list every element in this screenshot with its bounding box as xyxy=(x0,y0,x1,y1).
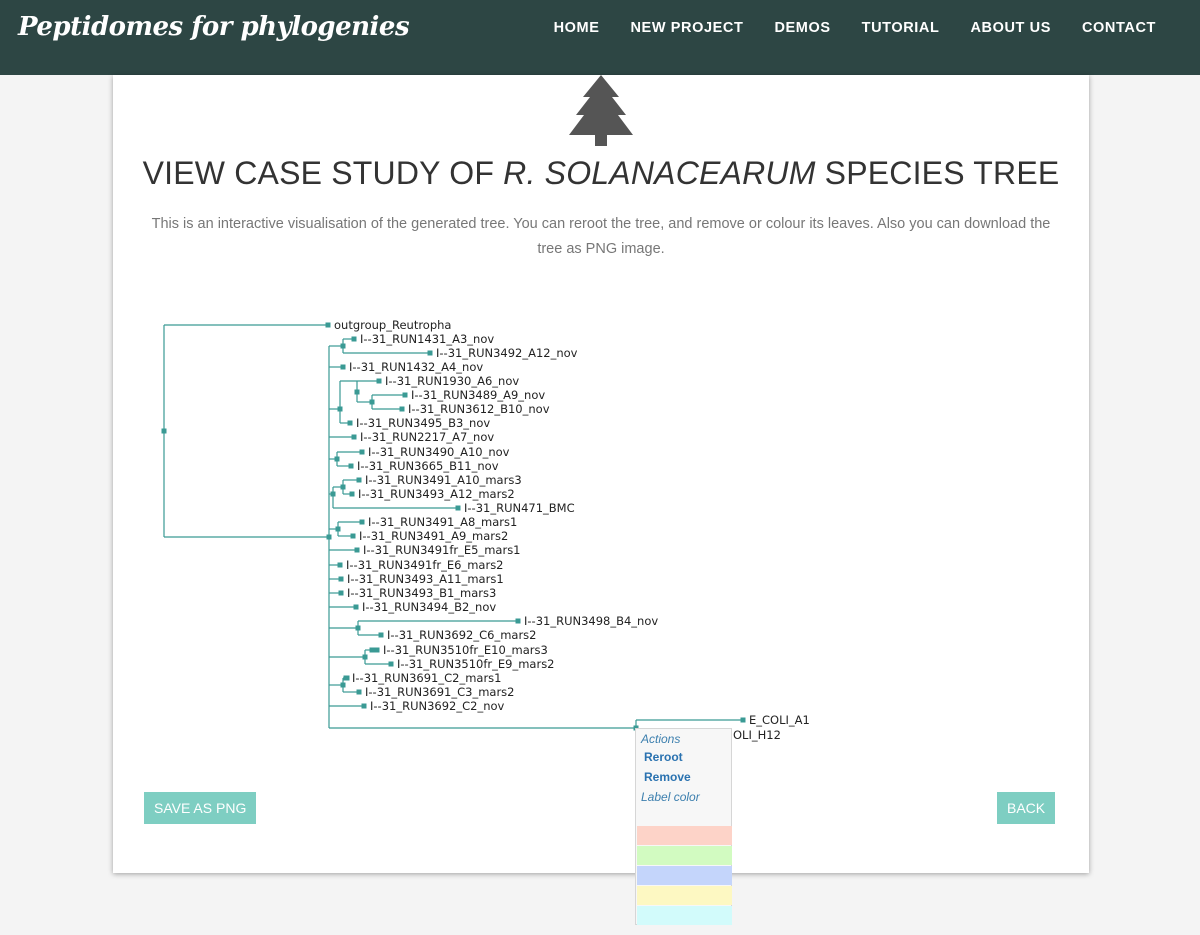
leaf-node[interactable] xyxy=(356,689,362,695)
leaf-node[interactable] xyxy=(356,477,362,483)
leaf-node[interactable] xyxy=(399,406,405,412)
color-swatch-cyan[interactable] xyxy=(637,906,732,925)
internal-node[interactable] xyxy=(369,647,375,653)
leaf-node[interactable] xyxy=(343,675,349,681)
leaf-label[interactable]: I--31_RUN3692_C6_mars2 xyxy=(387,628,536,642)
internal-node[interactable] xyxy=(340,682,346,688)
leaf-node[interactable] xyxy=(348,463,354,469)
leaf-label[interactable]: I--31_RUN3493_A11_mars1 xyxy=(347,572,504,586)
leaf-node[interactable] xyxy=(353,604,359,610)
leaf-label[interactable]: I--31_RUN1432_A4_nov xyxy=(349,360,483,374)
internal-node[interactable] xyxy=(335,526,341,532)
leaf-label[interactable]: I--31_RUN3692_C2_nov xyxy=(370,699,505,713)
leaf-node[interactable] xyxy=(351,434,357,440)
leaf-node[interactable] xyxy=(374,647,380,653)
leaf-label[interactable]: I--31_RUN3492_A12_nov xyxy=(436,346,578,360)
leaf-label[interactable]: outgroup_Reutropha xyxy=(334,318,451,332)
internal-node[interactable] xyxy=(369,399,375,405)
leaf-node[interactable] xyxy=(325,322,331,328)
color-swatch-blue[interactable] xyxy=(637,866,732,885)
leaf-node[interactable] xyxy=(376,378,382,384)
leaf-label[interactable]: I--31_RUN3510fr_E10_mars3 xyxy=(383,643,548,657)
color-swatch-salmon[interactable] xyxy=(637,826,732,845)
color-swatch-yellow[interactable] xyxy=(637,886,732,905)
internal-node[interactable] xyxy=(362,654,368,660)
leaf-node[interactable] xyxy=(354,547,360,553)
internal-node[interactable] xyxy=(330,491,336,497)
internal-node[interactable] xyxy=(326,534,332,540)
leaf-label[interactable]: I--31_RUN3612_B10_nov xyxy=(408,402,550,416)
leaf-label[interactable]: I--31_RUN1431_A3_nov xyxy=(360,332,494,346)
leaf-label[interactable]: I--31_RUN3494_B2_nov xyxy=(362,600,496,614)
leaf-label[interactable]: I--31_RUN3691_C2_mars1 xyxy=(352,671,501,685)
context-menu: Actions Reroot Remove Label color xyxy=(635,728,732,925)
phylogenetic-tree: outgroup_ReutrophaI--31_RUN1431_A3_novI-… xyxy=(161,318,810,742)
internal-node[interactable] xyxy=(355,625,361,631)
leaf-node[interactable] xyxy=(515,618,521,624)
internal-node[interactable] xyxy=(340,343,346,349)
leaf-node[interactable] xyxy=(359,519,365,525)
internal-node[interactable] xyxy=(334,456,340,462)
leaf-node[interactable] xyxy=(361,703,367,709)
leaf-label[interactable]: I--31_RUN3495_B3_nov xyxy=(356,416,490,430)
leaf-label[interactable]: I--31_RUN3691_C3_mars2 xyxy=(365,685,514,699)
leaf-label[interactable]: I--31_RUN3491fr_E5_mars1 xyxy=(363,543,521,557)
leaf-node[interactable] xyxy=(349,491,355,497)
leaf-label[interactable]: I--31_RUN471_BMC xyxy=(464,501,575,515)
leaf-node[interactable] xyxy=(337,562,343,568)
leaf-node[interactable] xyxy=(388,661,394,667)
leaf-node[interactable] xyxy=(402,392,408,398)
leaf-node[interactable] xyxy=(359,449,365,455)
leaf-node[interactable] xyxy=(427,350,433,356)
remove-option[interactable]: Remove xyxy=(644,770,691,784)
internal-node[interactable] xyxy=(337,406,343,412)
leaf-label[interactable]: I--31_RUN3489_A9_nov xyxy=(411,388,545,402)
leaf-node[interactable] xyxy=(740,717,746,723)
leaf-node[interactable] xyxy=(347,420,353,426)
leaf-node[interactable] xyxy=(455,505,461,511)
leaf-node[interactable] xyxy=(378,632,384,638)
leaf-label[interactable]: I--31_RUN3493_A12_mars2 xyxy=(358,487,515,501)
leaf-label[interactable]: I--31_RUN3491fr_E6_mars2 xyxy=(346,558,504,572)
leaf-node[interactable] xyxy=(338,576,344,582)
leaf-label[interactable]: I--31_RUN3493_B1_mars3 xyxy=(347,586,496,600)
leaf-node[interactable] xyxy=(340,364,346,370)
context-menu-header: Actions xyxy=(641,732,681,746)
internal-node[interactable] xyxy=(354,389,360,395)
leaf-label[interactable]: I--31_RUN3491_A10_mars3 xyxy=(365,473,522,487)
leaf-label[interactable]: I--31_RUN1930_A6_nov xyxy=(385,374,519,388)
leaf-label[interactable]: I--31_RUN3510fr_E9_mars2 xyxy=(397,657,555,671)
leaf-label[interactable]: I--31_RUN3490_A10_nov xyxy=(368,445,510,459)
label-color-heading: Label color xyxy=(641,790,700,804)
leaf-node[interactable] xyxy=(351,336,357,342)
leaf-label[interactable]: OLI_H12 xyxy=(733,728,781,742)
internal-node[interactable] xyxy=(161,428,167,434)
leaf-label[interactable]: I--31_RUN3491_A8_mars1 xyxy=(368,515,517,529)
reroot-option[interactable]: Reroot xyxy=(644,750,683,764)
leaf-node[interactable] xyxy=(338,590,344,596)
leaf-node[interactable] xyxy=(350,533,356,539)
leaf-label[interactable]: I--31_RUN3665_B11_nov xyxy=(357,459,499,473)
leaf-label[interactable]: E_COLI_A1 xyxy=(749,713,810,727)
color-swatch-green[interactable] xyxy=(637,846,732,865)
leaf-label[interactable]: I--31_RUN3491_A9_mars2 xyxy=(359,529,508,543)
leaf-label[interactable]: I--31_RUN3498_B4_nov xyxy=(524,614,658,628)
internal-node[interactable] xyxy=(340,484,346,490)
leaf-label[interactable]: I--31_RUN2217_A7_nov xyxy=(360,430,494,444)
